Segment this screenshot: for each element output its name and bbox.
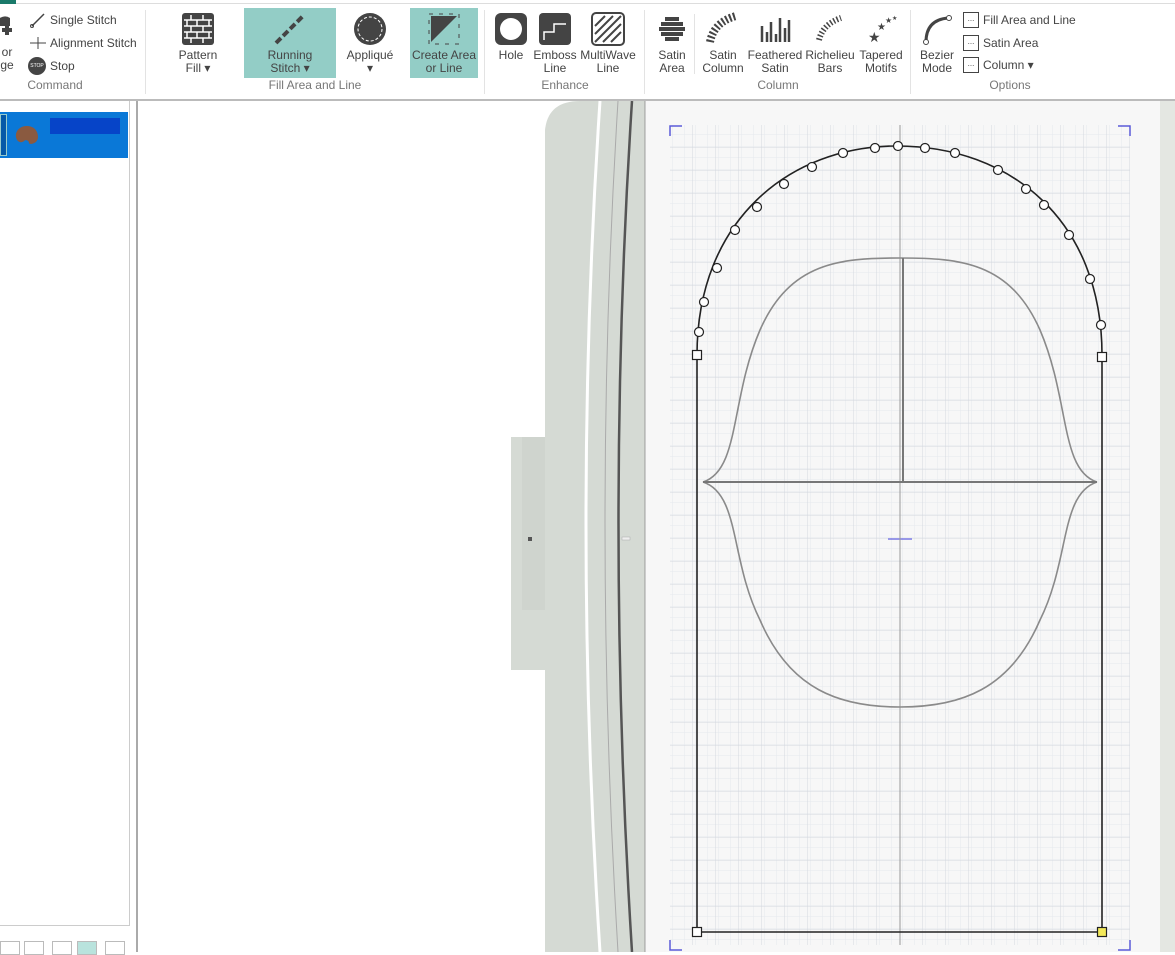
bezier-mode-button[interactable]: Bezier Mode	[916, 8, 958, 75]
curve-node[interactable]	[1095, 319, 1107, 331]
satin-column-button[interactable]: Satin Column	[700, 8, 746, 75]
create-area-or-line-button[interactable]: Create Area or Line	[410, 8, 478, 78]
tapered-motifs-icon: ★★★ ★	[868, 15, 897, 45]
alignment-stitch-icon	[30, 37, 46, 49]
curve-node[interactable]	[1063, 229, 1075, 241]
pattern-fill-button[interactable]: Pattern Fill ▾	[172, 8, 224, 78]
curve-node[interactable]	[837, 147, 849, 159]
curve-node[interactable]	[992, 164, 1004, 176]
curve-node[interactable]	[751, 201, 763, 213]
corner-node[interactable]	[1096, 351, 1108, 363]
group-label-enhance: Enhance	[541, 78, 589, 92]
multiwave-icon	[591, 12, 625, 46]
brick-pattern-icon	[182, 13, 214, 45]
ellipsis-box-icon: ...	[963, 57, 979, 73]
move-bottom-button[interactable]	[52, 941, 72, 955]
multiwave-line-button[interactable]: MultiWave Line	[578, 8, 638, 75]
create-area-icon	[428, 13, 460, 45]
separator	[644, 10, 645, 94]
ribbon: or ge Single Stitch Alignment Stitch STOP…	[0, 4, 1175, 101]
curve-node[interactable]	[1084, 273, 1096, 285]
curve-node[interactable]	[778, 178, 790, 190]
feathered-satin-icon	[760, 18, 791, 42]
layer-color-swatch	[50, 118, 120, 134]
emboss-line-icon	[539, 13, 571, 45]
separator	[484, 10, 485, 94]
fill-area-and-line-option[interactable]: ... Fill Area and Line	[963, 12, 1076, 28]
satin-column-icon	[706, 12, 738, 43]
single-stitch-icon	[30, 13, 45, 28]
curve-node[interactable]	[892, 140, 904, 152]
single-stitch-button[interactable]: Single Stitch	[30, 12, 117, 28]
satin-area-icon	[659, 17, 685, 41]
satin-area-option[interactable]: ... Satin Area	[963, 35, 1038, 51]
alignment-stitch-button[interactable]: Alignment Stitch	[30, 35, 137, 51]
separator	[694, 14, 695, 74]
hole-button[interactable]: Hole	[492, 8, 530, 62]
panel-border	[129, 101, 130, 926]
group-label-command: Command	[27, 78, 83, 92]
curve-node[interactable]	[729, 224, 741, 236]
curve-node[interactable]	[869, 142, 881, 154]
corner-node[interactable]	[1096, 926, 1108, 938]
move-up-button[interactable]	[0, 941, 20, 955]
svg-text:★: ★	[892, 15, 897, 22]
layer-checkbox[interactable]	[0, 114, 7, 156]
applique-icon	[354, 13, 386, 45]
separator	[145, 10, 146, 94]
stop-icon: STOP	[28, 57, 46, 75]
bezier-icon	[923, 15, 952, 45]
layers-panel	[0, 101, 138, 955]
view-toggle-button[interactable]	[77, 941, 97, 955]
palette-icon	[15, 126, 39, 144]
applique-button[interactable]: Appliqué ▾	[342, 8, 398, 78]
corner-node[interactable]	[691, 349, 703, 361]
curve-node[interactable]	[806, 161, 818, 173]
panel-divider	[0, 925, 130, 926]
curve-node[interactable]	[693, 326, 705, 338]
separator	[910, 10, 911, 94]
group-label-fill: Fill Area and Line	[268, 78, 362, 92]
curve-node[interactable]	[711, 262, 723, 274]
color-change-icon	[0, 16, 12, 35]
stop-button[interactable]: STOP Stop	[28, 57, 75, 75]
color-change-button[interactable]: or ge	[0, 8, 18, 72]
layer-item-selected[interactable]	[0, 112, 128, 158]
ellipsis-box-icon: ...	[963, 35, 979, 51]
running-stitch-icon	[274, 13, 306, 45]
design-canvas[interactable]	[140, 101, 1175, 952]
view-option-button[interactable]	[105, 941, 125, 955]
move-down-button[interactable]	[24, 941, 44, 955]
group-label-column: Column	[757, 78, 799, 92]
curve-node[interactable]	[949, 147, 961, 159]
tapered-motifs-button[interactable]: ★ ★ ★ ★ Tapered Motifs	[856, 8, 906, 75]
satin-area-button[interactable]: Satin Area	[652, 8, 692, 75]
curve-node[interactable]	[1020, 183, 1032, 195]
running-stitch-button[interactable]: Running Stitch ▾	[244, 8, 336, 78]
corner-node[interactable]	[691, 926, 703, 938]
feathered-satin-button[interactable]: Feathered Satin	[746, 8, 804, 75]
column-option[interactable]: ... Column ▾	[963, 57, 1034, 73]
richelieu-bars-icon	[816, 15, 843, 41]
curve-node[interactable]	[1038, 199, 1050, 211]
curve-node[interactable]	[919, 142, 931, 154]
richelieu-bars-button[interactable]: Richelieu Bars	[804, 8, 856, 75]
group-label-options: Options	[989, 78, 1031, 92]
curve-node[interactable]	[698, 296, 710, 308]
emboss-line-button[interactable]: Emboss Line	[532, 8, 578, 75]
ellipsis-box-icon: ...	[963, 12, 979, 28]
hole-icon	[495, 13, 527, 45]
